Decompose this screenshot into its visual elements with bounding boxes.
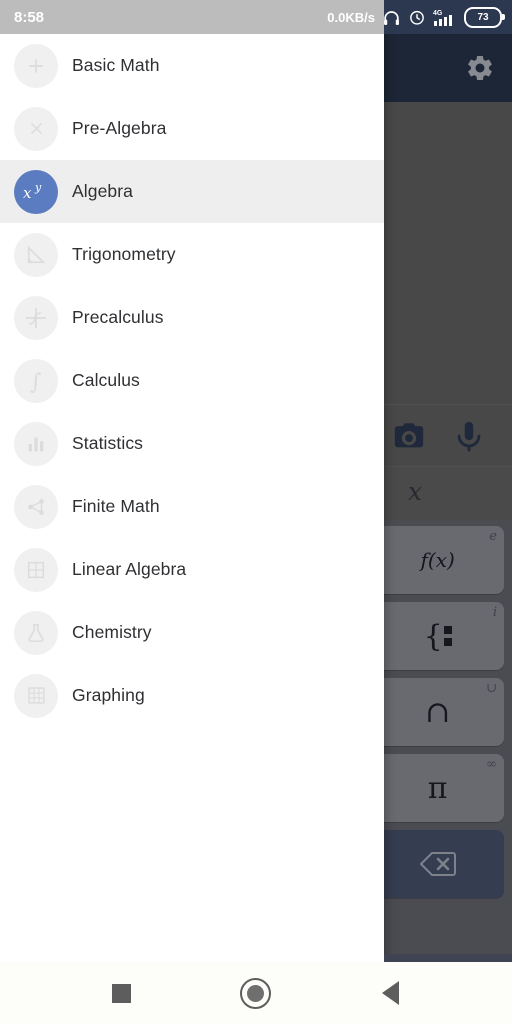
sidebar-item-pre-algebra[interactable]: Pre-Algebra xyxy=(0,97,384,160)
battery-level-label: 73 xyxy=(477,11,489,23)
matrix-icon xyxy=(14,547,58,592)
sidebar-item-graphing[interactable]: Graphing xyxy=(0,664,384,727)
headphones-icon xyxy=(384,10,399,25)
svg-text:x: x xyxy=(23,184,32,202)
phone-screen: x x y xyxy=(0,0,512,1024)
battery-indicator: 73 xyxy=(464,6,505,28)
svg-text:4G: 4G xyxy=(433,10,443,17)
status-bar-icons: 0.0KB/s 4G 73 xyxy=(327,0,505,34)
svg-text:y: y xyxy=(34,181,42,194)
sidebar-item-label: Calculus xyxy=(72,370,140,390)
sidebar-item-label: Pre-Algebra xyxy=(72,118,167,138)
sidebar-item-linear-algebra[interactable]: Linear Algebra xyxy=(0,538,384,601)
flask-icon xyxy=(14,610,58,655)
svg-text:∫: ∫ xyxy=(30,370,42,394)
right-triangle-icon xyxy=(14,232,58,277)
home-button[interactable] xyxy=(233,970,279,1016)
sidebar-item-label: Linear Algebra xyxy=(72,559,187,579)
back-button[interactable] xyxy=(368,970,414,1016)
network-speed-label: 0.0KB/s xyxy=(327,9,375,25)
grid-icon xyxy=(14,673,58,718)
status-bar: 8:58 0.0KB/s 4G 73 xyxy=(0,0,512,34)
sidebar-item-label: Basic Math xyxy=(72,55,160,75)
signal-4g-icon: 4G xyxy=(433,8,457,27)
sidebar-item-label: Trigonometry xyxy=(72,244,176,264)
status-bar-clock: 8:58 xyxy=(14,8,45,26)
bar-chart-icon xyxy=(14,421,58,466)
recents-button[interactable] xyxy=(98,970,144,1016)
x-to-the-y-icon: x y xyxy=(14,169,58,214)
sidebar-item-statistics[interactable]: Statistics xyxy=(0,412,384,475)
sidebar-item-calculus[interactable]: ∫ Calculus xyxy=(0,349,384,412)
sidebar-item-finite-math[interactable]: Finite Math xyxy=(0,475,384,538)
sidebar-item-basic-math[interactable]: Basic Math xyxy=(0,34,384,97)
sidebar-item-label: Finite Math xyxy=(72,496,160,516)
keyboard-bottom-strip xyxy=(384,954,512,962)
times-icon xyxy=(14,106,58,151)
sidebar-item-chemistry[interactable]: Chemistry xyxy=(0,601,384,664)
sidebar-item-trigonometry[interactable]: Trigonometry xyxy=(0,223,384,286)
alarm-icon xyxy=(410,10,424,25)
sidebar-item-label: Chemistry xyxy=(72,622,152,642)
graph-nodes-icon xyxy=(14,484,58,529)
plus-icon xyxy=(14,43,58,88)
sidebar-item-precalculus[interactable]: Precalculus xyxy=(0,286,384,349)
navigation-drawer: Basic Math Pre-Algebra x y Algebra Trigo… xyxy=(0,0,384,962)
system-nav-bar xyxy=(0,962,512,1024)
circle-icon xyxy=(240,977,272,1009)
sidebar-item-algebra[interactable]: x y Algebra xyxy=(0,160,384,223)
drawer-item-list: Basic Math Pre-Algebra x y Algebra Trigo… xyxy=(0,34,384,727)
sidebar-item-label: Statistics xyxy=(72,433,144,453)
sidebar-item-label: Graphing xyxy=(72,685,145,705)
sidebar-item-label: Precalculus xyxy=(72,307,164,327)
cross-curve-icon xyxy=(14,295,58,340)
triangle-left-icon xyxy=(382,981,400,1005)
square-icon xyxy=(111,983,131,1003)
integral-icon: ∫ xyxy=(14,358,58,403)
sidebar-item-label: Algebra xyxy=(72,181,134,201)
